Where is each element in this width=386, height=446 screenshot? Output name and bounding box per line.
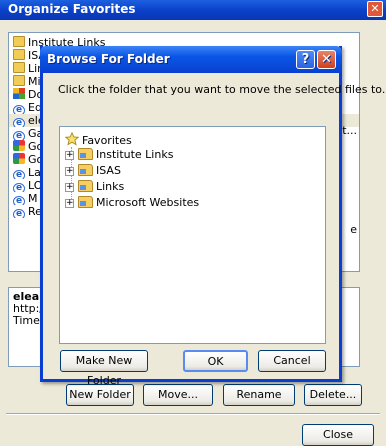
ie-page-icon: e [13, 105, 25, 114]
ie-page-icon: e [13, 131, 25, 140]
list-item-label: M [28, 192, 38, 205]
folder-icon [78, 180, 93, 192]
instruction-text: Click the folder that you want to move t… [58, 83, 386, 96]
expand-icon[interactable]: + [65, 151, 74, 160]
make-new-folder-button[interactable]: Make New Folder [60, 350, 148, 387]
tree-folder-label: Institute Links [96, 148, 174, 161]
folder-icon [78, 196, 93, 208]
tree-folder-item[interactable]: + ISAS [65, 164, 121, 178]
browse-dialog-title: Browse For Folder [47, 52, 170, 66]
list-item-label: La [28, 166, 41, 179]
expand-icon[interactable]: + [65, 167, 74, 176]
google-icon [13, 153, 25, 164]
favorites-star-icon [65, 132, 79, 146]
browse-dialog-titlebar[interactable]: Browse For Folder ? ✕ [40, 46, 342, 73]
windows-icon [13, 88, 25, 99]
ie-page-icon: e [13, 118, 25, 127]
tree-root-label: Favorites [82, 134, 132, 147]
folder-icon [78, 148, 93, 160]
rename-button[interactable]: Rename [223, 384, 295, 406]
google-icon [13, 140, 25, 151]
ie-page-icon: e [13, 196, 25, 205]
folder-tree[interactable]: Favorites + Institute Links + ISAS + Links + Mi… [59, 126, 326, 344]
expand-icon[interactable]: + [65, 183, 74, 192]
ie-page-icon: e [13, 170, 25, 179]
close-button[interactable]: Close [302, 424, 374, 446]
tree-folder-label: Microsoft Websites [96, 196, 200, 209]
folder-icon [13, 49, 25, 60]
expand-icon[interactable]: + [65, 199, 74, 208]
folder-icon [13, 36, 25, 47]
organize-favorites-titlebar[interactable]: Organize Favorites [0, 0, 386, 20]
folder-icon [13, 75, 25, 86]
list-item-fragment: e [350, 223, 357, 236]
delete-button[interactable]: Delete... [304, 384, 362, 406]
tree-folder-item[interactable]: + Microsoft Websites [65, 196, 199, 210]
move-button[interactable]: Move... [143, 384, 213, 406]
tree-folder-item[interactable]: + Links [65, 180, 124, 194]
separator [6, 413, 380, 415]
tree-root-favorites[interactable]: Favorites [65, 132, 132, 147]
organize-close-icon[interactable]: ✕ [367, 1, 383, 17]
folder-icon [78, 164, 93, 176]
cancel-button[interactable]: Cancel [258, 350, 326, 372]
ie-page-icon: e [13, 183, 25, 192]
folder-icon [13, 62, 25, 73]
tree-folder-label: ISAS [96, 164, 121, 177]
browse-for-folder-dialog: Browse For Folder ? ✕ Click the folder t… [40, 46, 385, 387]
tree-folder-label: Links [96, 180, 125, 193]
help-icon[interactable]: ? [296, 50, 315, 69]
organize-favorites-title: Organize Favorites [8, 2, 136, 16]
tree-folder-item[interactable]: + Institute Links [65, 148, 173, 162]
close-icon[interactable]: ✕ [317, 50, 336, 69]
ok-button[interactable]: OK [183, 350, 248, 372]
ie-page-icon: e [13, 209, 25, 218]
